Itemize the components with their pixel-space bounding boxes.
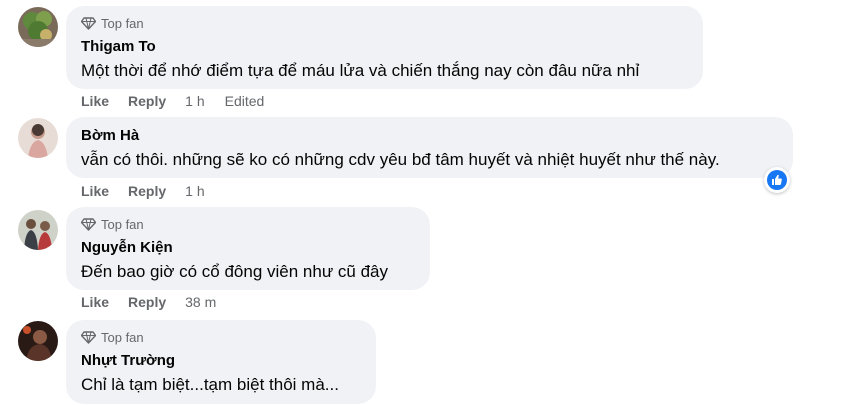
- badge-label: Top fan: [101, 15, 144, 31]
- comment-actions: Like Reply 1 h: [81, 182, 225, 200]
- badge-label: Top fan: [101, 329, 144, 345]
- avatar[interactable]: [18, 118, 58, 158]
- diamond-icon: [81, 217, 96, 231]
- avatar[interactable]: [18, 321, 58, 361]
- top-fan-badge: Top fan: [81, 328, 362, 346]
- thumbs-up-icon: [767, 170, 787, 190]
- comment-thread: Top fan Thigam To Một thời để nhớ điểm t…: [0, 0, 860, 405]
- comment-author[interactable]: Nhựt Trường: [81, 351, 362, 371]
- comment-author[interactable]: Nguyễn Kiện: [81, 238, 416, 258]
- comment-actions: Like Reply 38 m: [81, 293, 236, 311]
- like-button[interactable]: Like: [81, 93, 109, 109]
- top-fan-badge: Top fan: [81, 14, 689, 32]
- comment-author[interactable]: Bờm Hà: [81, 126, 779, 146]
- comment-bubble: Top fan Thigam To Một thời để nhớ điểm t…: [66, 6, 703, 89]
- comment-actions: Like Reply 1 h Edited: [81, 92, 264, 110]
- diamond-icon: [81, 330, 96, 344]
- reply-button[interactable]: Reply: [128, 183, 166, 199]
- badge-label: Top fan: [101, 216, 144, 232]
- avatar[interactable]: [18, 7, 58, 47]
- comment-author[interactable]: Thigam To: [81, 37, 689, 57]
- timestamp[interactable]: 1 h: [185, 93, 204, 109]
- timestamp[interactable]: 1 h: [185, 183, 204, 199]
- comment-bubble: Bờm Hà vẫn có thôi. những sẽ ko có những…: [66, 117, 793, 178]
- diamond-icon: [81, 16, 96, 30]
- like-reaction-icon[interactable]: [764, 167, 790, 193]
- reply-button[interactable]: Reply: [128, 294, 166, 310]
- top-fan-badge: Top fan: [81, 215, 416, 233]
- comment-bubble: Top fan Nguyễn Kiện Đến bao giờ có cổ đô…: [66, 207, 430, 290]
- comment-text: Đến bao giờ có cổ đông viên như cũ đây: [81, 262, 389, 281]
- reply-button[interactable]: Reply: [128, 93, 166, 109]
- comment-text: Một thời để nhớ điểm tựa để máu lửa và c…: [81, 61, 640, 80]
- comment-text: Chỉ là tạm biệt...tạm biệt thôi mà...: [81, 375, 339, 394]
- edited-label[interactable]: Edited: [225, 93, 265, 109]
- comment-text: vẫn có thôi. những sẽ ko có những cdv yê…: [81, 150, 720, 169]
- comment-bubble: Top fan Nhựt Trường Chỉ là tạm biệt...tạ…: [66, 320, 376, 404]
- like-button[interactable]: Like: [81, 183, 109, 199]
- avatar[interactable]: [18, 210, 58, 250]
- like-button[interactable]: Like: [81, 294, 109, 310]
- timestamp[interactable]: 38 m: [185, 294, 216, 310]
